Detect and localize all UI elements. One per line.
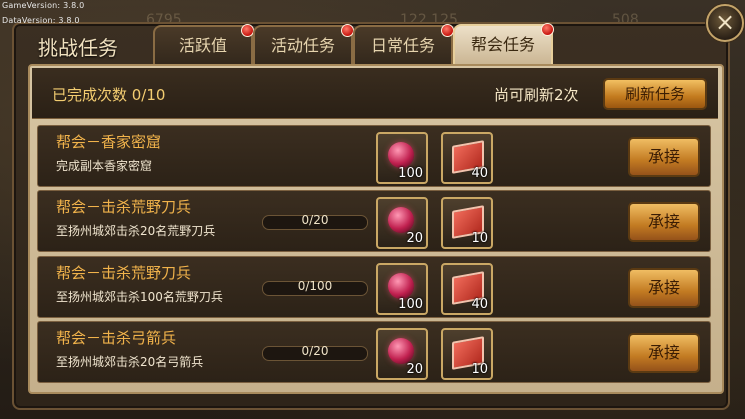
tab-daily-tasks[interactable]: 日常任务: [353, 24, 454, 64]
tab-label: 帮会任务: [470, 35, 535, 54]
gem-icon: [388, 142, 414, 168]
tab-event-tasks[interactable]: 活动任务: [253, 24, 354, 64]
tab-label: 活跃值: [178, 36, 227, 55]
refresh-tasks-button[interactable]: 刷新任务: [603, 78, 707, 110]
accept-task-button[interactable]: 承接: [628, 137, 700, 177]
task-description: 完成副本香家密窟: [56, 159, 153, 173]
reward-count: 20: [406, 362, 423, 377]
task-description: 至扬州城郊击杀20名弓箭兵: [56, 355, 204, 369]
refresh-remaining: 尚可刷新2次: [494, 86, 579, 104]
window-title: 挑战任务: [38, 36, 118, 60]
tab-guild-tasks[interactable]: 帮会任务: [453, 23, 554, 66]
close-button[interactable]: ×: [706, 4, 744, 42]
reward-count: 100: [398, 166, 423, 181]
completed-count: 已完成次数 0/10: [52, 86, 166, 104]
accept-task-button[interactable]: 承接: [628, 268, 700, 308]
progress-text: 0/20: [301, 213, 329, 227]
task-title: 帮会－击杀荒野刀兵: [56, 198, 192, 216]
reward-count: 20: [406, 231, 423, 246]
task-row: 帮会－击杀荒野刀兵 至扬州城郊击杀100名荒野刀兵 0/100 100 40 承…: [37, 256, 711, 318]
reward-count: 10: [471, 362, 488, 377]
gem-icon: [388, 273, 414, 299]
gem-icon: [388, 207, 414, 233]
progress-text: 0/100: [297, 279, 333, 293]
reward-item-slot[interactable]: 10: [441, 328, 493, 380]
reward-item-slot[interactable]: 100: [376, 132, 428, 184]
reward-item-slot[interactable]: 20: [376, 197, 428, 249]
task-description: 至扬州城郊击杀100名荒野刀兵: [56, 290, 223, 304]
data-version: DataVersion: 3.8.0: [2, 16, 80, 25]
task-row: 帮会－击杀荒野刀兵 至扬州城郊击杀20名荒野刀兵 0/20 20 10 承接: [37, 190, 711, 252]
tab-activity-value[interactable]: 活跃值: [153, 24, 254, 64]
accept-task-button[interactable]: 承接: [628, 202, 700, 242]
reward-count: 100: [398, 297, 423, 312]
progress-text: 0/20: [301, 344, 329, 358]
game-version: GameVersion: 3.8.0: [2, 1, 85, 10]
close-icon: ×: [714, 8, 736, 36]
task-title: 帮会－击杀弓箭兵: [56, 329, 177, 347]
reward-item-slot[interactable]: 100: [376, 263, 428, 315]
task-title: 帮会－香家密窟: [56, 133, 162, 151]
reward-item-slot[interactable]: 20: [376, 328, 428, 380]
reward-item-slot[interactable]: 10: [441, 197, 493, 249]
reward-item-slot[interactable]: 40: [441, 263, 493, 315]
task-row: 帮会－香家密窟 完成副本香家密窟 100 40 承接: [37, 125, 711, 187]
task-row: 帮会－击杀弓箭兵 至扬州城郊击杀20名弓箭兵 0/20 20 10 承接: [37, 321, 711, 383]
reward-count: 40: [471, 166, 488, 181]
reward-count: 10: [471, 231, 488, 246]
task-progress-bar: 0/20: [262, 213, 368, 230]
notification-dot-icon: [541, 23, 554, 36]
tab-label: 日常任务: [370, 36, 435, 55]
gem-icon: [388, 338, 414, 364]
reward-count: 40: [471, 297, 488, 312]
task-description: 至扬州城郊击杀20名荒野刀兵: [56, 224, 216, 238]
reward-item-slot[interactable]: 40: [441, 132, 493, 184]
accept-task-button[interactable]: 承接: [628, 333, 700, 373]
task-title: 帮会－击杀荒野刀兵: [56, 264, 192, 282]
task-progress-bar: 0/100: [262, 279, 368, 296]
tab-label: 活动任务: [270, 36, 335, 55]
task-progress-bar: 0/20: [262, 344, 368, 361]
